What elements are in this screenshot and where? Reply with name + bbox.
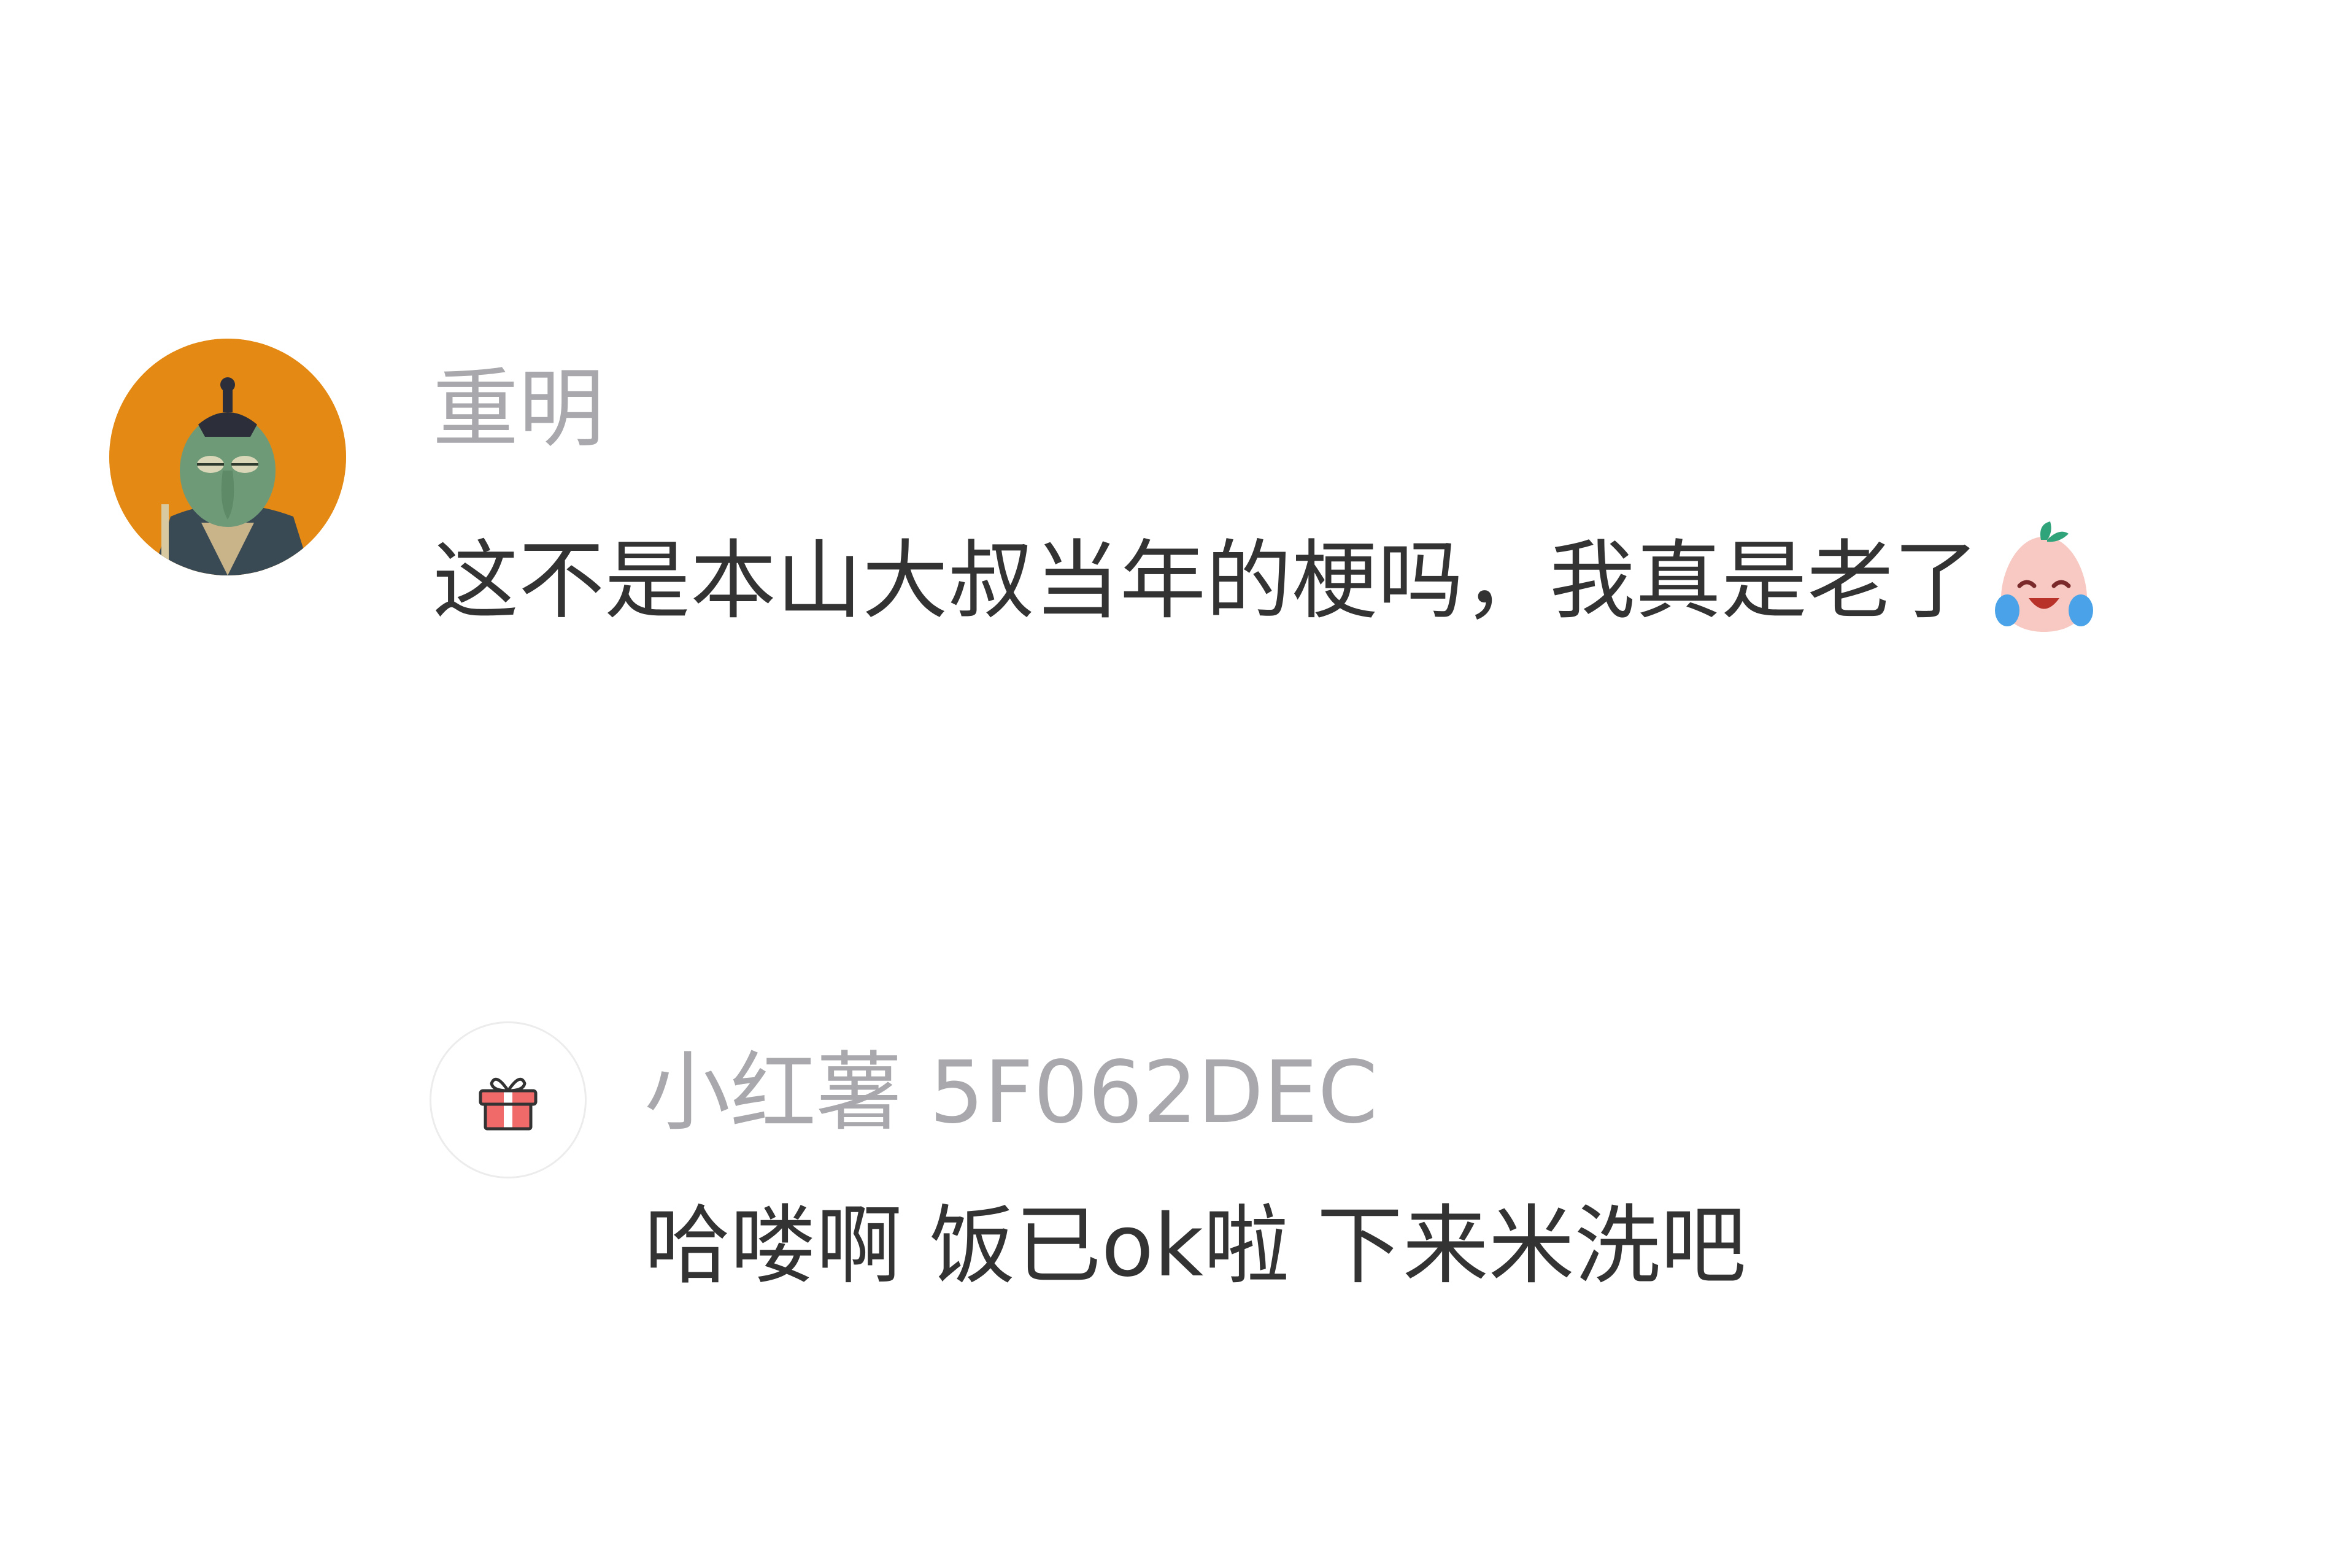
comment-text: 这不是本山大叔当年的梗吗，我真是老了: [433, 518, 2105, 655]
comment-username[interactable]: 重明: [433, 367, 604, 453]
reply-username[interactable]: 小红薯 5F062DEC: [644, 1050, 1378, 1136]
avatar[interactable]: [430, 1021, 587, 1178]
gift-icon: [479, 1077, 538, 1131]
comment-text-body: 这不是本山大叔当年的梗吗，我真是老了: [433, 531, 1980, 631]
laughing-crying-emoji-icon: [1983, 518, 2105, 655]
reply-text: 哈喽啊 饭已ok啦 下来米洗吧: [644, 1196, 1746, 1296]
avatar[interactable]: [109, 339, 346, 575]
squidward-portrait-icon: [109, 339, 346, 575]
